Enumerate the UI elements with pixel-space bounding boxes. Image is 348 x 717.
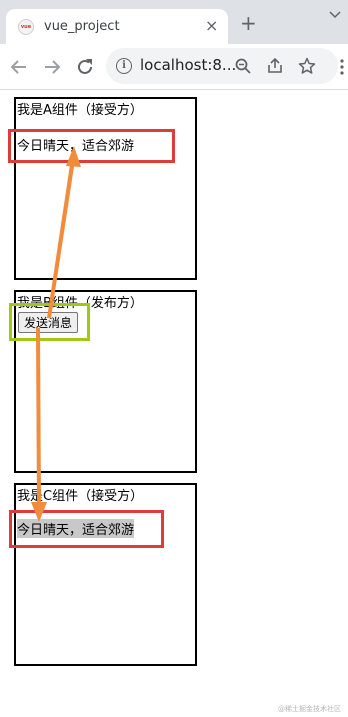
new-tab-icon[interactable]: +	[240, 13, 257, 33]
component-a-box: 我是A组件（接受方） 今日晴天，适合郊游	[14, 97, 197, 280]
component-a-heading: 我是A组件（接受方）	[17, 103, 143, 118]
more-icon[interactable]	[339, 58, 345, 76]
info-icon[interactable]: i	[116, 58, 132, 74]
browser-tab[interactable]: vue vue_project ×	[6, 9, 228, 44]
watermark: @稀土掘金技术社区	[278, 705, 341, 713]
close-icon[interactable]: ×	[205, 17, 218, 35]
url-text[interactable]: localhost:8...	[140, 56, 236, 74]
component-c-heading: 我是C组件（接受方）	[17, 489, 144, 504]
browser-toolbar: i localhost:8...	[0, 44, 348, 90]
tab-favicon-icon: vue	[18, 19, 34, 35]
tab-menu-icon[interactable]	[328, 9, 342, 19]
highlight-component-a-message	[8, 129, 175, 163]
tab-title: vue_project	[44, 19, 120, 34]
forward-icon[interactable]	[41, 56, 63, 78]
toolbar-divider	[0, 89, 348, 90]
bookmark-star-icon[interactable]	[298, 57, 316, 75]
highlight-send-button	[9, 303, 90, 341]
reload-icon[interactable]	[74, 56, 96, 78]
share-icon[interactable]	[266, 57, 284, 75]
address-bar[interactable]: i localhost:8...	[106, 48, 338, 84]
tab-strip: vue vue_project × +	[0, 0, 348, 44]
back-icon[interactable]	[8, 56, 30, 78]
zoom-icon[interactable]	[234, 57, 252, 75]
highlight-component-c-message	[9, 510, 164, 548]
